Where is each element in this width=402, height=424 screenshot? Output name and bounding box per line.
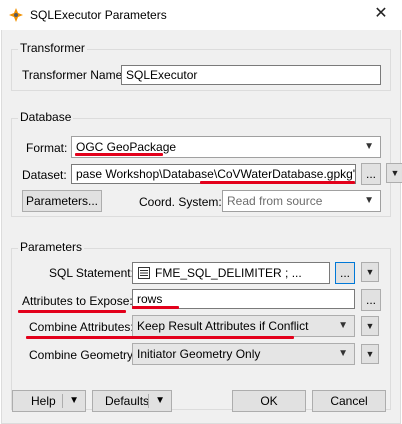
defaults-button[interactable]: Defaults ▼ xyxy=(92,390,172,412)
dataset-menu-arrow[interactable]: ▼ xyxy=(386,163,402,183)
chevron-down-icon: ▼ xyxy=(69,395,79,406)
chevron-down-icon: ▼ xyxy=(364,195,374,206)
combine-attributes-select[interactable]: Keep Result Attributes if Conflict ▼ xyxy=(132,315,355,337)
combine-attributes-label: Combine Attributes: xyxy=(29,320,134,334)
chevron-down-icon: ▼ xyxy=(338,320,348,331)
combine-attributes-annotation-underline xyxy=(26,336,294,339)
format-value: OGC GeoPackage xyxy=(76,140,177,154)
attributes-value-annotation-underline xyxy=(132,306,179,309)
combine-geometry-value: Initiator Geometry Only xyxy=(137,347,261,361)
dataset-annotation-underline xyxy=(200,181,355,184)
sql-menu-arrow[interactable]: ▼ xyxy=(361,262,379,282)
format-annotation-underline xyxy=(75,153,163,156)
attributes-browse-button[interactable]: ... xyxy=(361,289,381,311)
chevron-down-icon: ▼ xyxy=(364,141,374,152)
combine-geometry-menu-arrow[interactable]: ▼ xyxy=(361,344,379,364)
cancel-button[interactable]: Cancel xyxy=(312,390,386,412)
transformer-name-input[interactable]: SQLExecutor xyxy=(121,65,381,85)
chevron-down-icon: ▼ xyxy=(338,348,348,359)
parameters-legend: Parameters xyxy=(18,240,85,254)
parameters-button[interactable]: Parameters... xyxy=(22,190,102,212)
help-button[interactable]: Help ▼ xyxy=(12,390,86,412)
sql-statement-label: SQL Statement: xyxy=(49,266,134,280)
split-separator xyxy=(148,394,149,408)
coord-system-value: Read from source xyxy=(227,194,323,208)
sql-statement-value: FME_SQL_DELIMITER ; ... xyxy=(155,266,302,280)
sql-editor-icon xyxy=(138,267,150,279)
transformer-legend: Transformer xyxy=(18,41,87,55)
coord-system-label: Coord. System: xyxy=(139,195,222,209)
title-bar: SQLExecutor Parameters ✕ xyxy=(0,0,402,30)
attributes-to-expose-label: Attributes to Expose: xyxy=(22,294,133,308)
format-label: Format: xyxy=(26,141,68,155)
fme-app-icon xyxy=(9,8,23,22)
sql-browse-button[interactable]: ... xyxy=(335,262,355,284)
dataset-label: Dataset: xyxy=(22,168,67,182)
close-button[interactable]: ✕ xyxy=(366,2,396,26)
chevron-down-icon: ▼ xyxy=(155,395,165,406)
sql-statement-field[interactable]: FME_SQL_DELIMITER ; ... xyxy=(132,262,330,284)
attributes-label-annotation-underline xyxy=(18,310,126,313)
combine-geometry-select[interactable]: Initiator Geometry Only ▼ xyxy=(132,343,355,365)
transformer-name-label: Transformer Name: xyxy=(22,68,126,82)
combine-attributes-value: Keep Result Attributes if Conflict xyxy=(137,319,309,333)
combine-geometry-label: Combine Geometry: xyxy=(29,348,137,362)
coord-system-select[interactable]: Read from source ▼ xyxy=(222,190,381,212)
dataset-browse-button[interactable]: ... xyxy=(361,163,381,185)
combine-attributes-menu-arrow[interactable]: ▼ xyxy=(361,316,379,336)
window-title: SQLExecutor Parameters xyxy=(30,8,167,22)
database-legend: Database xyxy=(18,110,74,124)
defaults-label: Defaults xyxy=(105,394,150,408)
split-separator xyxy=(62,394,63,408)
help-label: Help xyxy=(31,394,56,408)
dialog-body: Transformer Transformer Name: SQLExecuto… xyxy=(1,30,402,424)
ok-button[interactable]: OK xyxy=(232,390,306,412)
